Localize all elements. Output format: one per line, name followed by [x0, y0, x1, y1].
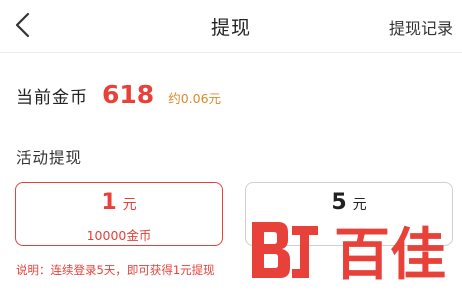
option-amount-number: 1 — [101, 190, 117, 215]
option-amount-unit: 元 — [352, 197, 367, 213]
coin-balance: 当前金币 618 约0.06元 — [16, 80, 221, 110]
withdraw-record-link[interactable]: 提现记录 — [389, 15, 453, 39]
option-amount-unit: 元 — [122, 197, 137, 213]
withdraw-note: 说明：连续登录5天，即可获得1元提现 — [16, 263, 215, 277]
withdraw-option-1-yuan[interactable]: 1元 10000金币 — [15, 182, 223, 246]
option-amount-number: 5 — [331, 190, 347, 215]
option-amount: 1元 — [16, 190, 222, 215]
option-coin-cost: 10000金币 — [86, 228, 152, 243]
top-bar: 提现 提现记录 — [0, 0, 462, 53]
watermark-text: 百佳 — [334, 223, 446, 284]
balance-approx-value: 约0.06元 — [168, 91, 222, 106]
section-title: 活动提现 — [16, 149, 83, 167]
option-amount: 5元 — [246, 190, 452, 215]
balance-label: 当前金币 — [16, 88, 88, 108]
watermark-logo: 百佳 — [252, 222, 446, 284]
balance-value: 618 — [102, 80, 155, 109]
